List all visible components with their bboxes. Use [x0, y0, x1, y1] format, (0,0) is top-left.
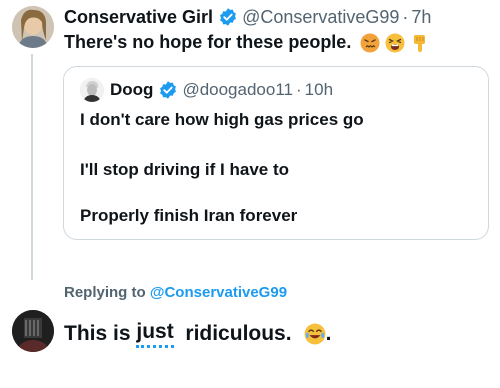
reply-compose-text[interactable]: This is just ridiculous. .	[64, 320, 331, 348]
author-name[interactable]: Conservative Girl	[64, 7, 213, 28]
separator-dot: ·	[295, 80, 302, 99]
tired-face-icon	[385, 33, 405, 52]
quoted-author-handle[interactable]: @doogadoo11	[182, 80, 293, 100]
avatar[interactable]	[12, 6, 54, 48]
replying-to: Replying to @ConservativeG99	[64, 284, 287, 301]
thread-connector-line	[31, 54, 33, 280]
quoted-avatar[interactable]	[80, 78, 104, 102]
tweet-text: There's no hope for these people.	[64, 32, 430, 53]
face-with-tears-of-joy-icon	[304, 323, 326, 345]
profile-photo-icon	[12, 310, 54, 352]
profile-photo-icon	[80, 78, 104, 102]
quoted-tweet-header: Doog @doogadoo11 · 10h	[110, 79, 333, 101]
verified-badge-icon	[220, 8, 236, 26]
replying-to-label: Replying to	[64, 284, 146, 301]
reply-text-part: ridiculous.	[185, 322, 292, 345]
tweet-time[interactable]: 7h	[411, 7, 431, 28]
author-handle[interactable]: @ConservativeG99	[242, 7, 399, 28]
quoted-tweet-line: I'll stop driving if I have to	[80, 160, 290, 179]
quoted-tweet-line: Properly finish Iran forever	[80, 206, 298, 225]
confounded-face-icon	[360, 33, 380, 52]
backhand-index-pointing-down-icon	[414, 34, 426, 52]
replying-to-mention[interactable]: @ConservativeG99	[150, 284, 287, 301]
profile-photo-icon	[12, 6, 54, 48]
tweet-text-content: There's no hope for these people.	[64, 32, 352, 52]
verified-badge-icon	[160, 81, 177, 99]
quoted-tweet-time[interactable]: 10h	[305, 80, 333, 100]
reply-text-part: .	[325, 322, 332, 345]
avatar[interactable]	[12, 310, 54, 352]
quoted-tweet-line: I don't care how high gas prices go	[80, 110, 364, 129]
quoted-author-name[interactable]: Doog	[110, 80, 153, 100]
tweet-header: Conservative Girl @ConservativeG99 · 7h	[64, 6, 431, 28]
separator-dot: ·	[402, 6, 409, 27]
misspelled-word[interactable]: just	[136, 320, 174, 348]
reply-text-part: This is	[64, 322, 131, 345]
quoted-tweet-card[interactable]: Doog @doogadoo11 · 10h I don't care how …	[63, 66, 489, 240]
